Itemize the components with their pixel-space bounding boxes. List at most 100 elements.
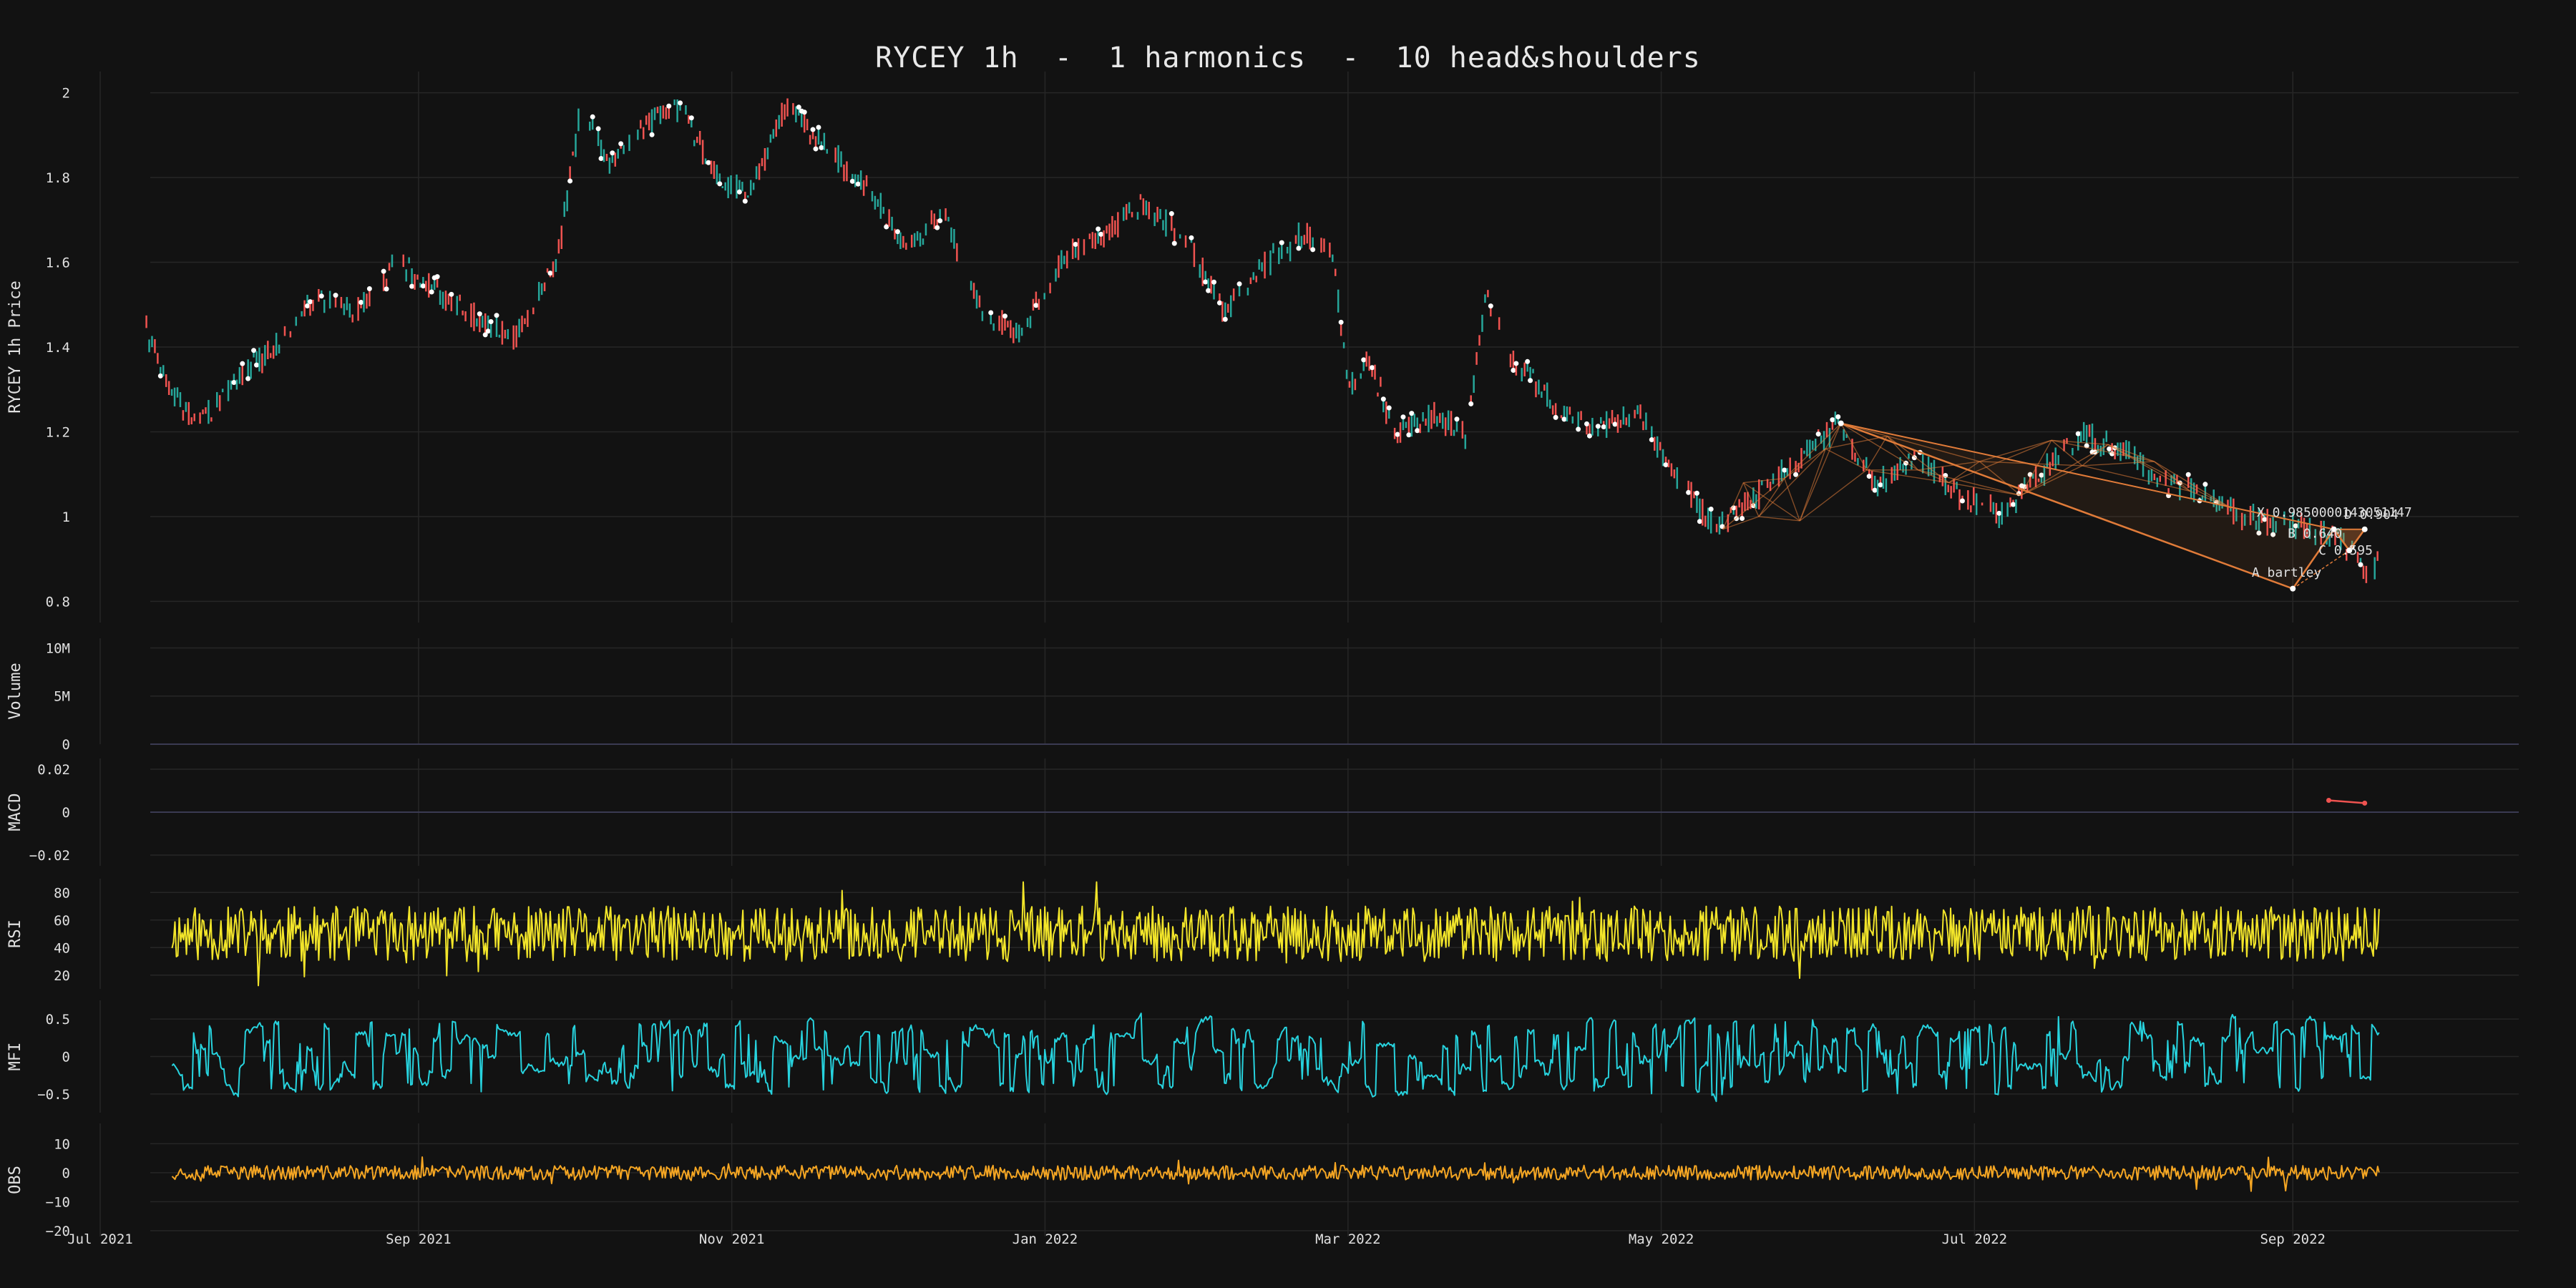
pivot-point (1033, 303, 1039, 308)
pivot-point (801, 109, 807, 115)
x-tick-label: Jan 2022 (1013, 1231, 1078, 1247)
pivot-point (1216, 300, 1222, 306)
pivot-point (1525, 358, 1531, 364)
harmonic-label: B 0.640 (2288, 527, 2342, 542)
pivot-point (384, 286, 389, 292)
pivot-point (1338, 319, 1344, 325)
pivot-point (598, 156, 604, 162)
pivot-point (1454, 416, 1460, 422)
pivot-point (1584, 421, 1590, 426)
pivot-point (358, 300, 364, 306)
pivot-point (1513, 361, 1519, 366)
pivot-point (318, 293, 324, 299)
chart-stage: RYCEY 1h - 1 harmonics - 10 head&shoulde… (0, 0, 2576, 1288)
head-shoulders-segment (1866, 469, 1949, 484)
y-tick-label: 1.8 (46, 170, 70, 186)
y-tick-label: 0.8 (46, 594, 70, 610)
x-tick-label: Jul 2021 (67, 1231, 133, 1247)
pivot-point (1222, 316, 1228, 322)
pivot-point (810, 127, 816, 132)
pivot-point (1370, 365, 1375, 371)
head-shoulders-segment (1799, 469, 1868, 522)
pivot-point (1586, 433, 1592, 439)
y-tick-label: 1 (62, 509, 70, 525)
pivot-point (1395, 431, 1400, 437)
pivot-point (666, 103, 672, 109)
y-tick-label: 40 (54, 940, 70, 956)
y-axis-label: OBS (6, 1166, 24, 1194)
y-tick-label: −0.02 (29, 848, 70, 864)
pivot-point (1206, 288, 1211, 293)
pivot-point (245, 376, 251, 381)
macd-line (2328, 799, 2365, 804)
harmonic-label: C 0.595 (2318, 543, 2373, 558)
pivot-point (1694, 490, 1699, 496)
y-axis-label: MACD (6, 794, 24, 831)
pivot-point (717, 181, 723, 187)
rsi-line (171, 881, 2380, 987)
x-tick-label: Sep 2022 (2260, 1231, 2326, 1247)
pivot-point (1872, 487, 1878, 493)
y-tick-label: 10 (54, 1136, 70, 1152)
pivot-point (1098, 231, 1104, 237)
pivot-point (1708, 506, 1714, 512)
pivot-point (813, 146, 819, 152)
pivot-point (1782, 467, 1787, 473)
pivot-point (816, 125, 821, 130)
pivot-point (1793, 472, 1799, 477)
pivot-point (1096, 226, 1101, 232)
pivot-point (1073, 241, 1078, 247)
harmonic-point (1838, 420, 1844, 426)
pivot-point (409, 283, 415, 289)
pivot-point (1835, 414, 1841, 419)
y-tick-label: −20 (46, 1224, 70, 1239)
pivot-point (1415, 428, 1420, 434)
macd-point (2326, 798, 2331, 803)
pivot-point (333, 293, 338, 298)
pivot-point (547, 270, 553, 276)
pivot-point (567, 178, 573, 184)
y-axis-label: RYCEY 1h Price (6, 280, 24, 413)
pivot-point (1878, 482, 1883, 488)
y-tick-label: 10M (46, 640, 70, 656)
pivot-point (494, 313, 499, 318)
pivot-point (1236, 281, 1242, 287)
pivot-point (305, 303, 311, 308)
obs-line (171, 1156, 2380, 1192)
pivot-point (1663, 462, 1669, 468)
pivot-point (1595, 424, 1601, 429)
pivot-point (251, 348, 257, 353)
x-tick-label: Jul 2022 (1942, 1231, 2008, 1247)
head-shoulders-segment (1784, 478, 1800, 522)
y-tick-label: 1.4 (46, 340, 70, 356)
head-shoulders-segment (1722, 482, 1745, 530)
pivot-point (1612, 421, 1618, 427)
y-axis-label: MFI (6, 1043, 24, 1071)
pivot-point (485, 328, 491, 334)
y-tick-label: 0 (62, 1050, 70, 1065)
pivot-point (254, 362, 260, 368)
pivot-point (1697, 519, 1702, 525)
pivot-point (988, 310, 994, 316)
pivot-point (819, 145, 824, 150)
panel-obs: 10 0 −10 −20 OBS (6, 1123, 2519, 1239)
pivot-point (2358, 562, 2363, 567)
pivot-point (688, 115, 694, 121)
y-tick-label: −0.5 (37, 1087, 70, 1103)
pivot-point (1866, 474, 1872, 479)
y-axis-label: Volume (6, 663, 24, 719)
chart-canvas: 2 1.8 1.6 1.4 1.2 1 0.8 RYCEY 1h Price 10M 5M 0 Vol… (6, 72, 2519, 1247)
pivot-point (610, 150, 615, 156)
pivot-point (855, 181, 861, 187)
pivot-point (1361, 357, 1367, 363)
pivot-point (894, 229, 900, 235)
pivot-point (1488, 303, 1493, 309)
pivot-point (1296, 245, 1302, 251)
pivot-point (1279, 240, 1284, 245)
pivot-point (1996, 510, 2002, 516)
y-tick-label: 0 (62, 805, 70, 821)
pivot-point (1002, 313, 1008, 319)
pivot-point (2107, 446, 2112, 452)
y-tick-label: 5M (54, 689, 70, 705)
pivot-point (706, 160, 711, 165)
